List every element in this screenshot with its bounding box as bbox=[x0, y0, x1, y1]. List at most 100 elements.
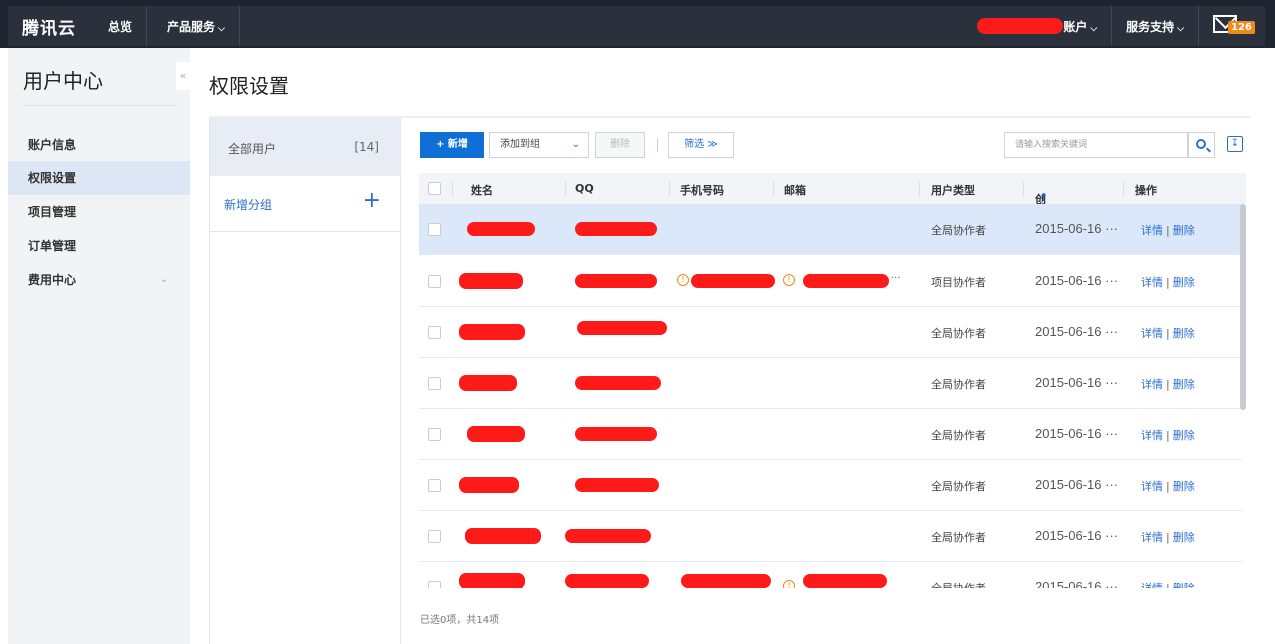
logo[interactable]: 腾讯云 bbox=[22, 14, 76, 39]
user-type: 全局协作者 bbox=[931, 224, 986, 237]
table-row[interactable]: ! 全局协作者 2015-06-16 ··· 详情|删除 bbox=[419, 562, 1242, 588]
row-checkbox[interactable] bbox=[428, 530, 441, 543]
column-divider bbox=[565, 181, 566, 197]
group-all-count: [14] bbox=[354, 140, 379, 154]
sidebar-item-permissions[interactable]: 权限设置 bbox=[8, 161, 190, 195]
detail-link[interactable]: 详情 bbox=[1141, 531, 1163, 544]
selection-summary: 已选0项，共14项 bbox=[420, 615, 500, 626]
row-checkbox[interactable] bbox=[428, 581, 441, 588]
group-all-users[interactable]: 全部用户 [14] bbox=[210, 118, 401, 176]
table-row[interactable]: 全局协作者 2015-06-16 ··· 详情 | 删除 bbox=[419, 511, 1242, 562]
detail-link[interactable]: 详情 bbox=[1141, 480, 1163, 493]
detail-link[interactable]: 详情 bbox=[1141, 276, 1163, 289]
search-button[interactable] bbox=[1188, 132, 1215, 158]
row-checkbox[interactable] bbox=[428, 479, 441, 492]
redacted-name bbox=[459, 477, 519, 493]
column-divider bbox=[452, 181, 453, 197]
col-name[interactable]: 姓名 bbox=[471, 182, 493, 198]
group-all-label: 全部用户 bbox=[228, 142, 277, 156]
new-user-button[interactable]: + 新增 bbox=[420, 132, 484, 158]
mail-button[interactable]: 126 bbox=[1213, 13, 1255, 39]
plus-icon: + bbox=[362, 188, 381, 213]
col-user-type[interactable]: 用户类型 bbox=[931, 182, 975, 198]
delete-button[interactable]: 删除 bbox=[595, 132, 645, 158]
table-row[interactable]: 全局协作者 2015-06-16 ··· 详情 | 删除 bbox=[419, 358, 1242, 409]
row-checkbox[interactable] bbox=[428, 377, 441, 390]
sidebar-item-billing[interactable]: 费用中心 ⌄ bbox=[8, 263, 190, 297]
column-divider bbox=[919, 181, 920, 197]
nav-divider bbox=[238, 6, 240, 46]
chevron-down-icon: ⌵ bbox=[1090, 23, 1098, 34]
table-row[interactable]: 全局协作者 2015-06-16 ··· 详情 | 删除 bbox=[419, 460, 1242, 511]
nav-overview[interactable]: 总览 bbox=[108, 18, 132, 35]
nav-products[interactable]: 产品服务 ⌵ bbox=[167, 18, 225, 35]
user-type: 全局协作者 bbox=[931, 531, 986, 544]
support-menu[interactable]: 服务支持 ⌵ bbox=[1126, 18, 1184, 35]
detail-link[interactable]: 详情 bbox=[1141, 378, 1163, 391]
redacted-qq bbox=[575, 222, 657, 236]
delete-link[interactable]: 删除 bbox=[1173, 531, 1195, 544]
delete-link[interactable]: 删除 bbox=[1173, 276, 1195, 289]
delete-link[interactable]: 删除 bbox=[1173, 327, 1195, 340]
col-qq[interactable]: QQ bbox=[575, 182, 594, 195]
user-type: 全局协作者 bbox=[931, 580, 986, 588]
sidebar-item-label: 订单管理 bbox=[28, 239, 77, 253]
redacted-name bbox=[459, 573, 525, 588]
add-to-group-select[interactable]: 添加到组 ⌄ bbox=[489, 132, 589, 158]
created-time: 2015-06-16 ··· bbox=[1035, 221, 1119, 236]
row-actions: 详情|删除 bbox=[1141, 274, 1195, 290]
chevron-down-icon: ⌵ bbox=[1177, 23, 1184, 34]
account-menu[interactable]: 账户 ⌵ bbox=[1063, 18, 1097, 35]
warning-icon: ! bbox=[677, 274, 689, 286]
redacted-qq bbox=[575, 478, 659, 492]
add-group-button[interactable]: 新增分组 + bbox=[210, 176, 401, 232]
delete-link[interactable]: 删除 bbox=[1173, 480, 1195, 493]
redacted-name bbox=[459, 324, 525, 340]
mail-count-badge: 126 bbox=[1228, 21, 1255, 34]
chevron-down-icon: ⌄ bbox=[159, 274, 168, 285]
table-scrollbar[interactable] bbox=[1240, 204, 1246, 410]
table-row[interactable]: 全局协作者 2015-06-16 ··· 详情 | 删除 bbox=[419, 307, 1242, 358]
col-email[interactable]: 邮箱 bbox=[784, 182, 806, 198]
table-row[interactable]: 全局协作者 2015-06-16 ··· 详情 | 删除 bbox=[419, 409, 1242, 460]
column-divider bbox=[1123, 181, 1124, 197]
redacted-qq bbox=[575, 376, 661, 390]
detail-link[interactable]: 详情 bbox=[1141, 327, 1163, 340]
sidebar-item-label: 项目管理 bbox=[28, 205, 77, 219]
row-actions: 详情|删除 bbox=[1141, 222, 1195, 238]
action-separator: | bbox=[1166, 531, 1170, 544]
table-row[interactable]: ! ! ··· 项目协作者 2015-06-16 ··· 详情 | 删除 bbox=[419, 256, 1242, 307]
column-divider bbox=[669, 181, 670, 197]
table-row[interactable]: 全局协作者 2015-06-16 ··· 详情 | 删除 bbox=[419, 204, 1242, 255]
col-phone[interactable]: 手机号码 bbox=[680, 182, 724, 198]
top-right-nav: 账户 ⌵ 服务支持 ⌵ 126 bbox=[977, 6, 1265, 46]
detail-link[interactable]: 详情 bbox=[1141, 224, 1163, 237]
sidebar-item-label: 账户信息 bbox=[28, 138, 77, 152]
filter-button[interactable]: 筛选 ≫ bbox=[668, 132, 734, 158]
user-type: 全局协作者 bbox=[931, 480, 986, 493]
sidebar-item-projects[interactable]: 项目管理 bbox=[8, 195, 190, 229]
row-checkbox[interactable] bbox=[428, 326, 441, 339]
select-all-checkbox[interactable] bbox=[428, 182, 441, 195]
detail-link[interactable]: 详情 bbox=[1141, 582, 1163, 588]
row-checkbox[interactable] bbox=[428, 223, 441, 236]
sidebar-item-orders[interactable]: 订单管理 bbox=[8, 229, 190, 263]
top-navbar-inner: 腾讯云 总览 产品服务 ⌵ 账户 ⌵ 服务支持 ⌵ 126 bbox=[8, 6, 1265, 46]
user-type: 项目协作者 bbox=[931, 276, 986, 289]
sidebar-collapse-button[interactable]: « bbox=[176, 62, 190, 90]
delete-link[interactable]: 删除 bbox=[1173, 582, 1195, 588]
user-type: 全局协作者 bbox=[931, 378, 986, 391]
row-checkbox[interactable] bbox=[428, 428, 441, 441]
redacted-qq bbox=[575, 274, 657, 288]
search-input[interactable]: 请输入搜索关键词 bbox=[1004, 132, 1188, 158]
delete-link[interactable]: 删除 bbox=[1173, 224, 1195, 237]
download-icon[interactable]: ↧ bbox=[1227, 136, 1243, 152]
action-separator: | bbox=[1166, 378, 1170, 391]
detail-link[interactable]: 详情 bbox=[1141, 429, 1163, 442]
created-time: 2015-06-16 ··· bbox=[1035, 579, 1119, 588]
delete-link[interactable]: 删除 bbox=[1173, 429, 1195, 442]
sidebar-item-account-info[interactable]: 账户信息 bbox=[8, 128, 190, 162]
nav-products-label: 产品服务 bbox=[167, 19, 216, 34]
row-checkbox[interactable] bbox=[428, 275, 441, 288]
delete-link[interactable]: 删除 bbox=[1173, 378, 1195, 391]
